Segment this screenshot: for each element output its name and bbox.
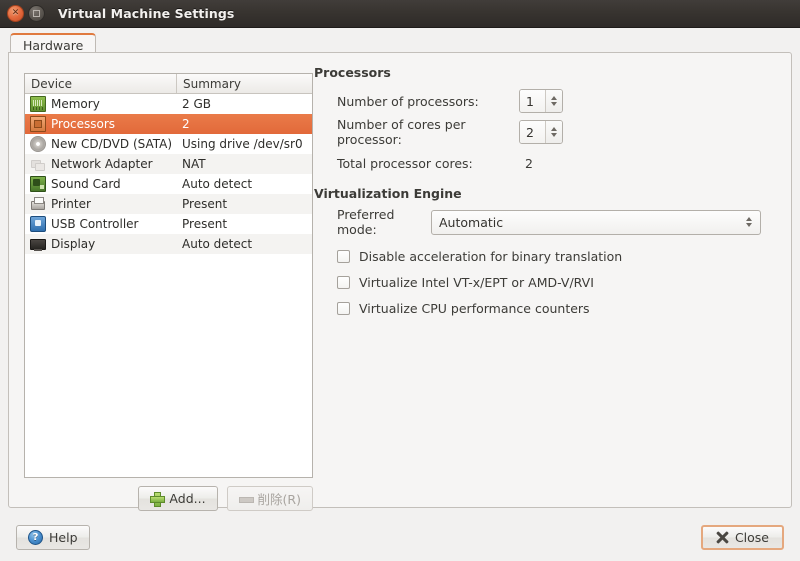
cores-per-processor-label: Number of cores per processor: [337, 117, 466, 147]
device-name: Printer [51, 197, 91, 211]
table-row[interactable]: New CD/DVD (SATA) Using drive /dev/sr0 [25, 134, 312, 154]
settings-pane: Processors Number of processors: 1 Numbe… [314, 65, 784, 495]
table-row[interactable]: USB Controller Present [25, 214, 312, 234]
device-list-actions: Add... 削除(R) [24, 485, 313, 511]
help-button[interactable]: ? Help [16, 525, 90, 550]
checkbox-icon[interactable] [337, 249, 350, 263]
device-name: Sound Card [51, 177, 121, 191]
stepper-arrows-icon[interactable] [545, 121, 562, 143]
window-titlebar: ✕ Virtual Machine Settings [0, 0, 800, 28]
help-button-label: Help [49, 530, 78, 545]
device-name: Memory [51, 97, 100, 111]
remove-device-label: 削除(R) [257, 491, 301, 507]
checkbox-disable-acceleration[interactable]: Disable acceleration for binary translat… [314, 243, 784, 269]
device-name: Display [51, 237, 96, 251]
memory-icon [30, 96, 46, 112]
device-name: New CD/DVD (SATA) [51, 137, 173, 151]
add-device-label: Add... [169, 490, 206, 506]
summary-cell: Auto detect [182, 177, 253, 191]
device-cell: Processors [25, 116, 177, 132]
virtual-machine-settings-window: ✕ Virtual Machine Settings Hardware Devi… [0, 0, 800, 561]
window-close-icon[interactable]: ✕ [7, 5, 24, 22]
tab-hardware-label: Hardware [23, 38, 84, 53]
table-row[interactable]: Printer Present [25, 194, 312, 214]
device-cell: USB Controller [25, 216, 177, 232]
sound-card-icon [30, 176, 46, 192]
display-icon [30, 236, 46, 252]
table-row[interactable]: Sound Card Auto detect [25, 174, 312, 194]
total-processor-cores-row: Total processor cores: 2 [314, 152, 784, 174]
device-cell: Printer [25, 196, 177, 212]
table-row[interactable]: Processors 2 [25, 114, 312, 134]
hardware-panel: Device Summary Memory 2 GB Processors 2 [8, 52, 792, 511]
summary-cell: Present [182, 217, 228, 231]
printer-icon [30, 196, 46, 212]
close-button-label: Close [734, 530, 769, 545]
column-header-device[interactable]: Device [25, 74, 177, 93]
virtualization-group-title: Virtualization Engine [314, 186, 462, 201]
number-of-processors-value: 1 [520, 90, 545, 112]
remove-device-button: 削除(R) [226, 485, 313, 511]
device-cell: Network Adapter [25, 156, 177, 172]
checkbox-disable-acceleration-label: Disable acceleration for binary translat… [359, 248, 623, 264]
device-name: Network Adapter [51, 157, 153, 171]
x-mark-icon [716, 531, 729, 544]
table-row[interactable]: Network Adapter NAT [25, 154, 312, 174]
dialog-footer: ? Help Close [0, 512, 800, 561]
tab-strip: Hardware [0, 28, 800, 56]
window-maximize-icon[interactable] [28, 5, 45, 22]
question-mark-icon: ? [28, 530, 43, 545]
total-processor-cores-value: 2 [525, 155, 533, 171]
device-name: Processors [51, 117, 116, 131]
preferred-mode-row: Preferred mode: Automatic [314, 207, 784, 237]
table-row[interactable]: Display Auto detect [25, 234, 312, 254]
summary-cell: Present [182, 197, 228, 211]
preferred-mode-label: Preferred mode: [337, 207, 395, 237]
close-button[interactable]: Close [700, 525, 784, 550]
preferred-mode-value: Automatic [439, 214, 504, 230]
processor-icon [30, 116, 46, 132]
device-cell: Sound Card [25, 176, 177, 192]
number-of-processors-label: Number of processors: [337, 93, 479, 109]
processors-group-title: Processors [314, 65, 391, 80]
cores-per-processor-value: 2 [520, 121, 545, 143]
device-cell: Display [25, 236, 177, 252]
usb-controller-icon [30, 216, 46, 232]
checkbox-virtualize-vtx[interactable]: Virtualize Intel VT-x/EPT or AMD-V/RVI [314, 269, 784, 295]
number-of-processors-row: Number of processors: 1 [314, 89, 784, 113]
minus-icon [238, 492, 254, 505]
device-list[interactable]: Device Summary Memory 2 GB Processors 2 [24, 73, 313, 478]
device-list-header: Device Summary [25, 74, 312, 94]
add-device-button[interactable]: Add... [138, 485, 218, 511]
column-header-summary[interactable]: Summary [177, 74, 312, 93]
window-title: Virtual Machine Settings [58, 6, 235, 21]
number-of-processors-stepper[interactable]: 1 [519, 89, 563, 113]
preferred-mode-select[interactable]: Automatic [431, 209, 761, 235]
summary-cell: 2 [182, 117, 190, 131]
cores-per-processor-row: Number of cores per processor: 2 [314, 117, 784, 147]
checkbox-icon[interactable] [337, 301, 350, 315]
stepper-arrows-icon[interactable] [545, 90, 562, 112]
checkbox-virtualize-cpu-counters-label: Virtualize CPU performance counters [359, 300, 590, 316]
device-cell: Memory [25, 96, 177, 112]
checkbox-icon[interactable] [337, 275, 350, 289]
device-cell: New CD/DVD (SATA) [25, 136, 177, 152]
summary-cell: Auto detect [182, 237, 253, 251]
summary-cell: Using drive /dev/sr0 [182, 137, 303, 151]
checkbox-virtualize-vtx-label: Virtualize Intel VT-x/EPT or AMD-V/RVI [359, 274, 594, 290]
checkbox-virtualize-cpu-counters[interactable]: Virtualize CPU performance counters [314, 295, 784, 321]
summary-cell: NAT [182, 157, 206, 171]
chevron-updown-icon [739, 212, 759, 233]
plus-icon [150, 491, 166, 507]
table-row[interactable]: Memory 2 GB [25, 94, 312, 114]
total-processor-cores-label: Total processor cores: [337, 155, 473, 171]
device-name: USB Controller [51, 217, 139, 231]
network-adapter-icon [30, 156, 46, 172]
cd-dvd-icon [30, 136, 46, 152]
summary-cell: 2 GB [182, 97, 211, 111]
cores-per-processor-stepper[interactable]: 2 [519, 120, 563, 144]
